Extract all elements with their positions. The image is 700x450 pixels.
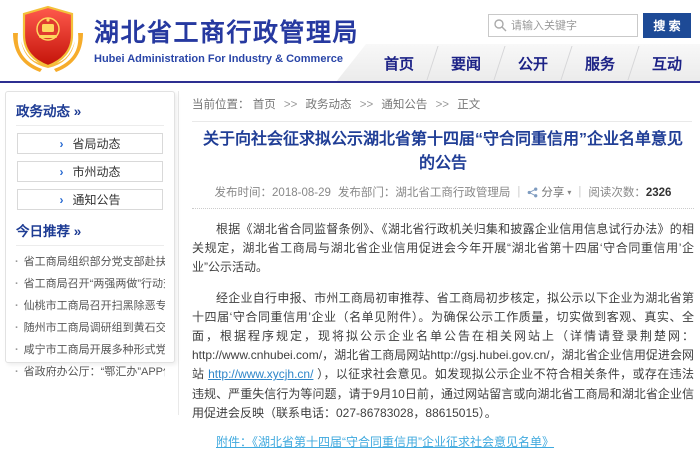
bullet-icon: · [15,278,19,290]
sidebar-item-label: 通知公告 [72,191,120,208]
attachment-link[interactable]: 附件：《湖北省第十四届“守合同重信用”企业征求社会意见名单》 [216,435,554,449]
breadcrumb-home[interactable]: 首页 [253,99,276,111]
caret-down-icon: ▾ [567,188,571,197]
emblem-icon [12,5,84,75]
nav-item-news[interactable]: 要闻 [433,44,499,82]
recommend-item[interactable]: · 省工商局组织部分党支部赴扶贫驻点… [15,251,165,273]
search-icon [493,18,507,32]
recommend-item[interactable]: · 省政府办公厅：“鄂汇办”APP使用… [15,361,165,383]
brand-block: 湖北省工商行政管理局 Hubei Administration For Indu… [94,13,359,65]
read-count-value: 2326 [646,187,672,199]
sidebar-item-label: 市州动态 [72,163,120,180]
sidebar-item-shizhou-dongtai[interactable]: › 市州动态 [17,161,163,182]
breadcrumb-label: 当前位置： [192,99,250,111]
bullet-icon: · [15,300,19,312]
chevron-right-icon: › [59,138,63,150]
breadcrumb-separator: >> [284,99,297,111]
sidebar-item-shengju-dongtai[interactable]: › 省局动态 [17,133,163,154]
breadcrumb-zhengwu[interactable]: 政务动态 [306,99,352,111]
article-body: 根据《湖北省合同监督条例》、《湖北省行政机关归集和披露企业信用信息试行办法》的相… [192,220,694,450]
nav-item-interaction[interactable]: 互动 [634,44,700,82]
bullet-icon: · [15,322,19,334]
share-button[interactable]: 分享 ▾ [527,184,571,200]
recommend-item[interactable]: · 随州市工商局调研组到黄石交流消费… [15,317,165,339]
xycjh-link[interactable]: http://www.xycjh.cn/ [208,367,313,381]
recommend-item-label: 仙桃市工商局召开扫黑除恶专项斗争… [24,300,165,312]
sidebar: 政务动态 » › 省局动态 › 市州动态 › 通知公告 今日推荐 » · 省工商局… [5,91,175,363]
site-title: 湖北省工商行政管理局 [94,13,359,49]
recommend-item-label: 咸宁市工商局开展多种形式党章党纪… [24,344,165,356]
search-input[interactable] [488,14,638,37]
main-nav: 首页 要闻 公开 服务 互动 [336,44,700,82]
article: 关于向社会征求拟公示湖北省第十四届“守合同重信用”企业名单意见的公告 发布时间：… [192,122,694,450]
nav-item-disclosure[interactable]: 公开 [500,44,566,82]
read-count-group: 阅读次数：2326 [588,184,671,200]
site-header: 湖北省工商行政管理局 Hubei Administration For Indu… [0,0,700,84]
meta-divider: | [578,186,581,198]
publish-department: 发布部门：湖北省工商行政管理局 [338,184,511,200]
sidebar-section-title-recommend: 今日推荐 » [16,220,164,246]
breadcrumb-tongzhi[interactable]: 通知公告 [381,99,427,111]
sidebar-item-tongzhi-gonggao[interactable]: › 通知公告 [17,189,163,210]
nav-item-home[interactable]: 首页 [366,44,432,82]
sidebar-item-label: 省局动态 [72,135,120,152]
article-title: 关于向社会征求拟公示湖北省第十四届“守合同重信用”企业名单意见的公告 [200,128,686,176]
search-button[interactable]: 搜 索 [643,13,691,38]
recommend-item[interactable]: · 仙桃市工商局召开扫黑除恶专项斗争… [15,295,165,317]
recommend-list: · 省工商局组织部分党支部赴扶贫驻点… · 省工商局召开“两强两做”行动交流… · 仙… [15,251,165,383]
bullet-icon: · [15,256,19,268]
bullet-icon: · [15,366,19,378]
recommend-item-label: 省政府办公厅：“鄂汇办”APP使用… [24,366,165,378]
sidebar-section-title-zhengwu: 政务动态 » [16,100,164,126]
share-label: 分享 [541,184,564,200]
article-meta: 发布时间：2018-08-29 发布部门：湖北省工商行政管理局 | 分享 ▾ |… [192,184,694,200]
site-subtitle: Hubei Administration For Industry & Comm… [94,53,359,65]
attachment-row: 附件：《湖北省第十四届“守合同重信用”企业征求社会意见名单》 [192,433,694,450]
bullet-icon: · [15,344,19,356]
breadcrumb-separator: >> [436,99,449,111]
nav-underline [0,81,700,83]
chevron-right-icon: › [59,194,63,206]
breadcrumb: 当前位置： 首页 >> 政务动态 >> 通知公告 >> 正文 [192,96,692,122]
column-divider [178,91,179,415]
share-icon [527,187,538,198]
paragraph-2: 经企业自行申报、市州工商局初审推荐、省工商局初步核定，拟公示以下企业为湖北省第十… [192,289,694,423]
paragraph-1: 根据《湖北省合同监督条例》、《湖北省行政机关归集和披露企业信用信息试行办法》的相… [192,220,694,278]
recommend-item[interactable]: · 省工商局召开“两强两做”行动交流… [15,273,165,295]
breadcrumb-current: 正文 [457,99,480,111]
dotted-divider [192,208,694,209]
nav-item-services[interactable]: 服务 [567,44,633,82]
saic-emblem-logo [12,5,84,75]
recommend-item-label: 随州市工商局调研组到黄石交流消费… [24,322,165,334]
site-search: 搜 索 [488,13,691,38]
publish-time: 发布时间：2018-08-29 [215,184,331,200]
recommend-item[interactable]: · 咸宁市工商局开展多种形式党章党纪… [15,339,165,361]
meta-divider: | [517,186,520,198]
chevron-right-icon: › [59,166,63,178]
breadcrumb-separator: >> [360,99,373,111]
recommend-item-label: 省工商局组织部分党支部赴扶贫驻点… [24,256,165,268]
recommend-item-label: 省工商局召开“两强两做”行动交流… [24,278,165,290]
